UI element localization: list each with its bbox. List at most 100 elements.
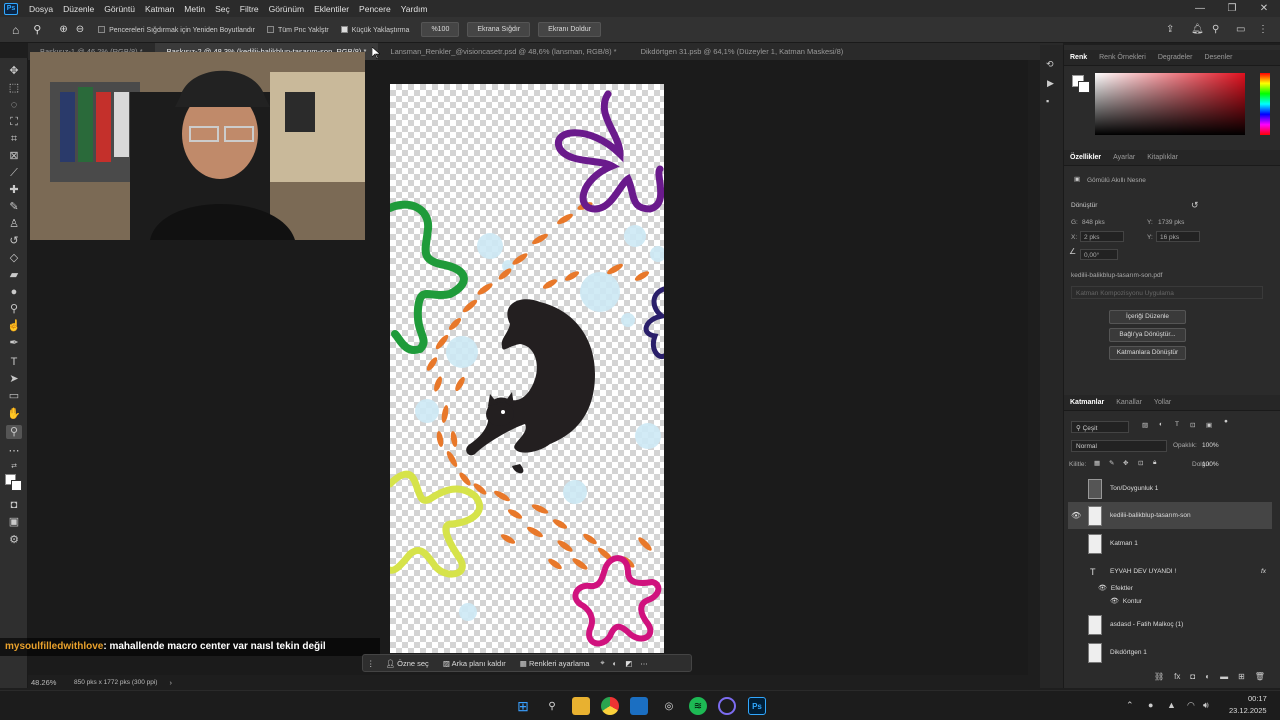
tab-ayarlar[interactable]: Ayarlar	[1107, 154, 1141, 161]
document-info[interactable]: 850 pks x 1772 pks (300 ppi)	[74, 679, 157, 686]
type-tool-icon[interactable]: T	[6, 355, 22, 369]
smudge-tool-icon[interactable]: ☝	[6, 319, 22, 333]
menu-yardim[interactable]: Yardım	[396, 4, 433, 14]
eraser-tool-icon[interactable]: ◇	[6, 251, 22, 265]
reset-transform-icon[interactable]: ↺	[1191, 200, 1199, 211]
chrome-icon[interactable]	[601, 697, 619, 715]
mask-icon[interactable]: ◩	[621, 659, 636, 668]
fill-screen-button[interactable]: Ekranı Doldur	[538, 22, 601, 37]
height-value[interactable]: 1739 pks	[1158, 219, 1184, 226]
filter-toggle-icon[interactable]: ●	[1224, 418, 1228, 425]
comments-panel-icon[interactable]: ▪	[1046, 96, 1049, 106]
zoom-in-icon[interactable]: ⊕	[59, 24, 67, 35]
obs-icon[interactable]: ◎	[660, 697, 678, 715]
link-layers-icon[interactable]: ⛓	[1154, 672, 1164, 681]
healing-tool-icon[interactable]: ✚	[6, 183, 22, 197]
swap-colors-icon[interactable]: ⇄	[6, 460, 22, 474]
transform-icon[interactable]: ⌖	[596, 658, 608, 668]
crop-tool-icon[interactable]: ⌗	[6, 132, 22, 146]
filter-adjustment-icon[interactable]: ◐	[1159, 421, 1163, 428]
object-select-tool-icon[interactable]: ⛶	[6, 115, 22, 129]
eyedropper-tool-icon[interactable]: ⟋	[6, 166, 22, 180]
dodge-tool-icon[interactable]: ⚲	[6, 302, 22, 316]
tab-kanallar[interactable]: Kanallar	[1110, 399, 1148, 406]
tab-renk[interactable]: Renk	[1064, 54, 1093, 61]
menu-sec[interactable]: Seç	[210, 4, 235, 14]
new-adjustment-icon[interactable]: ◐	[1205, 672, 1210, 681]
zoom-level[interactable]: 48.26%	[31, 678, 71, 687]
tab-desenler[interactable]: Desenler	[1198, 54, 1238, 61]
hue-slider[interactable]	[1260, 73, 1270, 135]
quick-mask-icon[interactable]: ◘	[6, 498, 22, 512]
y-position-input[interactable]: 16 pks	[1156, 231, 1200, 242]
generative-icon[interactable]: ⚙	[6, 533, 22, 547]
fx-badge[interactable]: fx	[1261, 568, 1266, 575]
history-panel-icon[interactable]: ⟲	[1046, 59, 1054, 70]
tab-dikdortgen-31[interactable]: Dikdörtgen 31.psb @ 64,1% (Düzeyler 1, K…	[629, 43, 856, 60]
pen-tool-icon[interactable]: ✒	[6, 336, 22, 350]
zoom-tool-icon[interactable]: ⚲	[33, 23, 41, 36]
scrubby-zoom-option[interactable]: Küçük Yaklaştırma	[340, 25, 409, 34]
tab-degradeler[interactable]: Degradeler	[1152, 54, 1199, 61]
blend-mode-select[interactable]: Normal	[1071, 440, 1167, 452]
layer-row[interactable]: T EYVAH DEV UYANDI ! fx	[1068, 558, 1272, 585]
tab-kitapliklar[interactable]: Kitaplıklar	[1141, 154, 1184, 161]
gradient-tool-icon[interactable]: ▰	[6, 268, 22, 282]
lasso-tool-icon[interactable]: ◌	[6, 98, 22, 112]
menu-filtre[interactable]: Filtre	[235, 4, 264, 14]
add-style-icon[interactable]: fx	[1174, 672, 1180, 681]
visibility-eye-icon[interactable]: 👁︎	[1071, 511, 1081, 520]
bg-color-swatch[interactable]	[1078, 81, 1090, 93]
add-mask-icon[interactable]: ◘	[1190, 672, 1195, 681]
document-canvas[interactable]	[390, 84, 664, 653]
angle-input[interactable]: 0,00°	[1080, 249, 1118, 260]
lock-paint-icon[interactable]: ✎	[1109, 459, 1114, 467]
path-select-icon[interactable]: ➤	[6, 372, 22, 386]
history-brush-icon[interactable]: ↺	[6, 234, 22, 248]
tray-app-icon[interactable]: ●	[1148, 700, 1153, 710]
tab-lansman-renkler[interactable]: Lansman_Renkler_@visioncasetr.psd @ 48,6…	[378, 43, 628, 60]
zoom-100-button[interactable]: %100	[421, 22, 460, 37]
layer-row[interactable]: Ton/Doygunluk 1	[1068, 475, 1272, 502]
tab-ozellikler[interactable]: Özellikler	[1064, 154, 1107, 161]
drag-handle-icon[interactable]: ⋮	[363, 659, 379, 668]
screen-mode-icon[interactable]: ▣	[6, 515, 22, 529]
brush-tool-icon[interactable]: ✎	[6, 200, 22, 214]
filter-smart-icon[interactable]: ▣	[1206, 421, 1212, 429]
edit-contents-button[interactable]: İçeriği Düzenle	[1109, 310, 1186, 324]
layer-filter-select[interactable]: ⚲ Çeşit	[1071, 421, 1129, 433]
app-circle-icon[interactable]	[718, 697, 736, 715]
color-field[interactable]	[1095, 73, 1245, 135]
layer-row[interactable]: asdasd - Fatih Malkoç (1)	[1068, 611, 1272, 638]
more-tools-icon[interactable]: ⋯	[6, 444, 22, 458]
clock-date[interactable]: 23.12.2025	[1229, 706, 1267, 715]
wifi-icon[interactable]: ◠	[1187, 700, 1195, 711]
photos-icon[interactable]	[630, 697, 648, 715]
new-group-icon[interactable]: ▬	[1220, 672, 1228, 681]
layer-row-selected[interactable]: 👁︎ kedilii-balikblup-tasarım-son	[1068, 502, 1272, 529]
filter-pixel-icon[interactable]: ▨	[1142, 421, 1148, 429]
menu-metin[interactable]: Metin	[179, 4, 210, 14]
menu-pencere[interactable]: Pencere	[354, 4, 396, 14]
lock-artboard-icon[interactable]: ⊡	[1138, 459, 1143, 467]
convert-linked-button[interactable]: Bağlı'ya Dönüştür...	[1109, 328, 1186, 342]
volume-icon[interactable]: 🔊︎	[1203, 700, 1209, 711]
minimize-button[interactable]: —	[1184, 0, 1216, 17]
opacity-value[interactable]: 100%	[1202, 442, 1219, 449]
fit-screen-button[interactable]: Ekrana Sığdır	[467, 22, 531, 37]
select-subject-button[interactable]: 👤︎ Özne seç	[379, 659, 436, 668]
clock-time[interactable]: 00:17	[1248, 694, 1267, 703]
layer-row[interactable]: Dikdörtgen 1	[1068, 639, 1272, 666]
more-icon[interactable]: ⋮	[1258, 24, 1268, 35]
spotify-icon[interactable]: ≋	[689, 697, 707, 715]
lock-position-icon[interactable]: ✥	[1123, 459, 1128, 467]
x-position-input[interactable]: 2 pks	[1080, 231, 1124, 242]
blur-tool-icon[interactable]: ●	[6, 285, 22, 299]
menu-katman[interactable]: Katman	[140, 4, 179, 14]
share-icon[interactable]: ⇪	[1166, 24, 1174, 35]
menu-duzenle[interactable]: Düzenle	[58, 4, 99, 14]
close-window-button[interactable]: ✕	[1248, 0, 1280, 17]
adjustment-icon[interactable]: ◐	[609, 659, 622, 668]
workspace-icon[interactable]: ▭	[1236, 24, 1245, 35]
stroke-effect-row[interactable]: 👁︎ Kontur	[1068, 595, 1272, 607]
